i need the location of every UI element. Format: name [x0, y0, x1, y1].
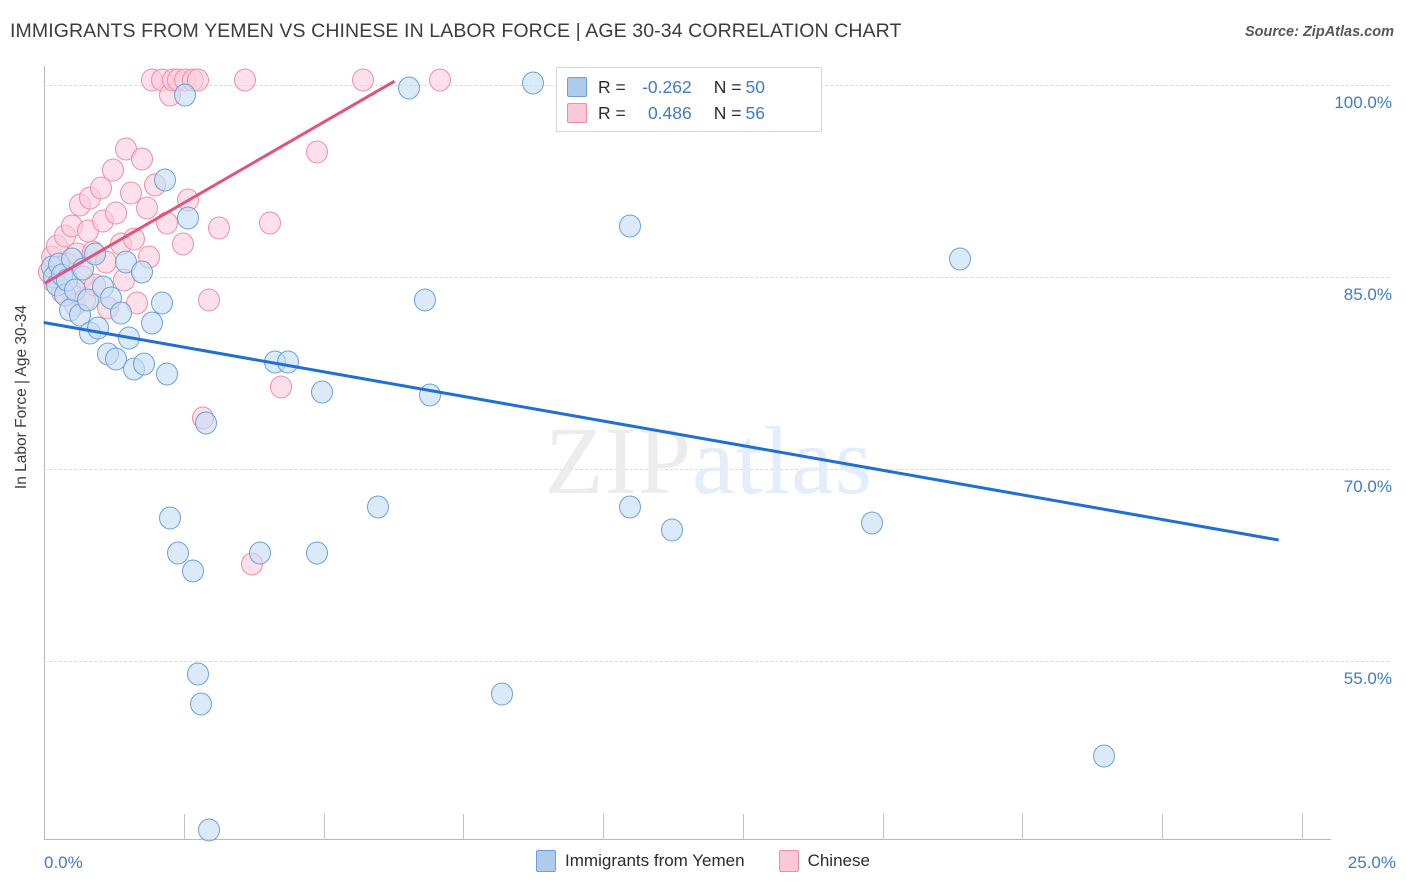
data-point[interactable]: [861, 511, 884, 535]
r-label-yemen: R =: [598, 76, 626, 97]
data-point[interactable]: [367, 495, 390, 519]
data-point[interactable]: [141, 311, 164, 335]
data-point[interactable]: [171, 232, 194, 256]
data-point[interactable]: [619, 214, 642, 238]
legend-item-chinese[interactable]: Chinese: [778, 850, 870, 872]
data-point[interactable]: [269, 375, 292, 399]
data-point[interactable]: [153, 168, 176, 192]
y-axis-tick-label: 70.0%: [1343, 476, 1392, 496]
data-point[interactable]: [305, 541, 328, 565]
chart-root: IMMIGRANTS FROM YEMEN VS CHINESE IN LABO…: [0, 0, 1406, 892]
data-point[interactable]: [660, 518, 683, 542]
data-point[interactable]: [105, 201, 128, 225]
data-point[interactable]: [135, 196, 158, 220]
data-point[interactable]: [182, 559, 205, 583]
scatter-plot-area: [38, 66, 1330, 842]
y-axis-tick-label: 100.0%: [1334, 93, 1392, 113]
stats-row-yemen: R = -0.262 N = 50: [567, 74, 811, 100]
data-point[interactable]: [189, 692, 212, 716]
source-attribution: Source: ZipAtlas.com: [1244, 24, 1394, 40]
data-point[interactable]: [521, 71, 544, 95]
data-point[interactable]: [133, 352, 156, 376]
data-point[interactable]: [110, 301, 133, 325]
data-point[interactable]: [159, 506, 182, 530]
n-value-yemen: 50: [745, 76, 765, 97]
series-swatch-chinese-icon: [778, 850, 799, 872]
legend-item-yemen[interactable]: Immigrants from Yemen: [536, 850, 745, 872]
data-point[interactable]: [1092, 744, 1115, 768]
data-point[interactable]: [187, 662, 210, 686]
data-point[interactable]: [130, 147, 153, 171]
data-point[interactable]: [233, 68, 256, 92]
r-value-chinese: 0.486: [647, 102, 692, 123]
y-axis-tick-label: 85.0%: [1343, 285, 1392, 305]
data-point[interactable]: [413, 288, 436, 312]
trendline-yemen: [43, 320, 1279, 542]
legend-swatch-yemen-icon: [567, 77, 587, 97]
series-label-chinese: Chinese: [807, 851, 870, 870]
r-label-chinese: R =: [598, 102, 626, 123]
data-point[interactable]: [207, 216, 230, 240]
n-label-yemen: N =: [713, 76, 742, 97]
data-point[interactable]: [177, 206, 200, 230]
data-point[interactable]: [259, 211, 282, 235]
data-point[interactable]: [130, 260, 153, 284]
series-label-yemen: Immigrants from Yemen: [565, 851, 745, 870]
y-axis-title: In Labor Force | Age 30-34: [13, 304, 30, 490]
n-value-chinese: 56: [745, 102, 765, 123]
data-point[interactable]: [398, 76, 421, 100]
correlation-stats-box: R = -0.262 N = 50 R = 0.486 N = 56: [556, 67, 822, 132]
data-point[interactable]: [948, 247, 971, 271]
data-point[interactable]: [197, 288, 220, 312]
data-point[interactable]: [249, 541, 272, 565]
series-legend: Immigrants from Yemen Chinese: [0, 850, 1406, 872]
data-point[interactable]: [174, 83, 197, 107]
stats-row-chinese: R = 0.486 N = 56: [567, 100, 811, 126]
legend-swatch-chinese-icon: [567, 103, 587, 123]
data-point[interactable]: [156, 362, 179, 386]
n-label-chinese: N =: [713, 102, 742, 123]
data-point[interactable]: [195, 411, 218, 435]
data-point[interactable]: [310, 380, 333, 404]
data-point[interactable]: [351, 68, 374, 92]
data-point[interactable]: [490, 682, 513, 706]
r-value-yemen: -0.262: [642, 76, 692, 97]
data-point[interactable]: [619, 495, 642, 519]
y-axis-tick-label: 55.0%: [1343, 668, 1392, 688]
data-point[interactable]: [197, 818, 220, 842]
series-swatch-yemen-icon: [536, 850, 557, 872]
page-title: IMMIGRANTS FROM YEMEN VS CHINESE IN LABO…: [10, 20, 902, 42]
data-point[interactable]: [305, 140, 328, 164]
data-point[interactable]: [277, 350, 300, 374]
data-point[interactable]: [429, 68, 452, 92]
data-point[interactable]: [102, 158, 125, 182]
data-point[interactable]: [151, 291, 174, 315]
